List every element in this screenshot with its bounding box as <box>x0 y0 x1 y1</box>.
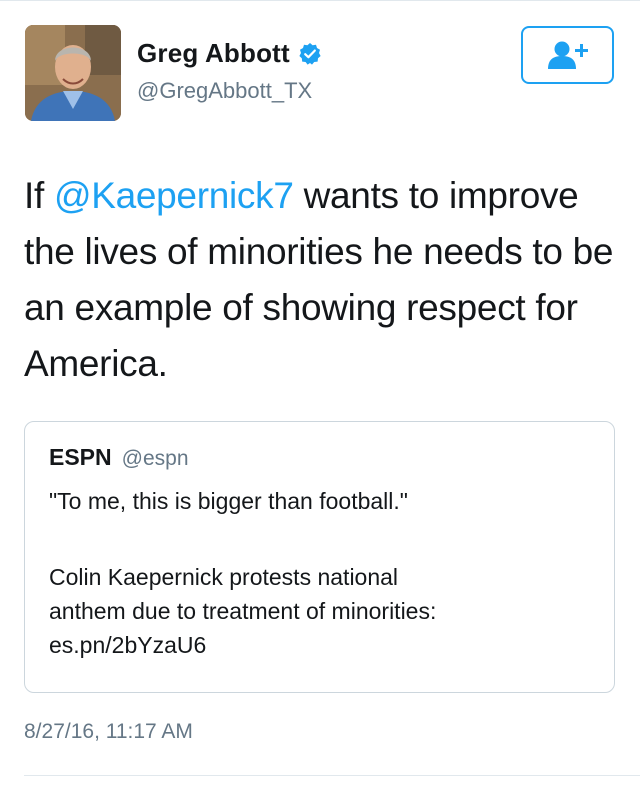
quoted-author-name: ESPN <box>49 444 112 470</box>
author-handle[interactable]: @GregAbbott_TX <box>137 78 312 104</box>
quoted-quote-text: "To me, this is bigger than football." <box>49 488 408 514</box>
author-name[interactable]: Greg Abbott <box>137 38 290 69</box>
quoted-link[interactable]: es.pn/2bYzaU6 <box>49 628 599 662</box>
follow-button[interactable] <box>521 26 614 84</box>
tweet-prefix: If <box>24 175 54 216</box>
follow-user-plus-icon <box>547 41 588 69</box>
quoted-header: ESPN @espn <box>49 444 189 471</box>
quoted-body-line: Colin Kaepernick protests national <box>49 564 399 590</box>
tweet-text: If @Kaepernick7 wants to improve the liv… <box>24 168 624 392</box>
quoted-author-handle: @espn <box>121 447 189 470</box>
quoted-body: Colin Kaepernick protests national anthe… <box>49 560 599 662</box>
verified-badge-icon <box>299 42 321 65</box>
top-divider <box>0 0 640 1</box>
avatar[interactable] <box>25 25 121 121</box>
tweet-timestamp[interactable]: 8/27/16, 11:17 AM <box>24 720 193 744</box>
mention-link[interactable]: @Kaepernick7 <box>54 175 294 216</box>
avatar-photo <box>25 25 121 121</box>
author-name-row: Greg Abbott <box>137 38 322 69</box>
quoted-body-line: anthem due to treatment of minorities: <box>49 598 437 624</box>
bottom-divider <box>24 775 640 776</box>
quoted-tweet-card[interactable]: ESPN @espn "To me, this is bigger than f… <box>24 421 615 693</box>
